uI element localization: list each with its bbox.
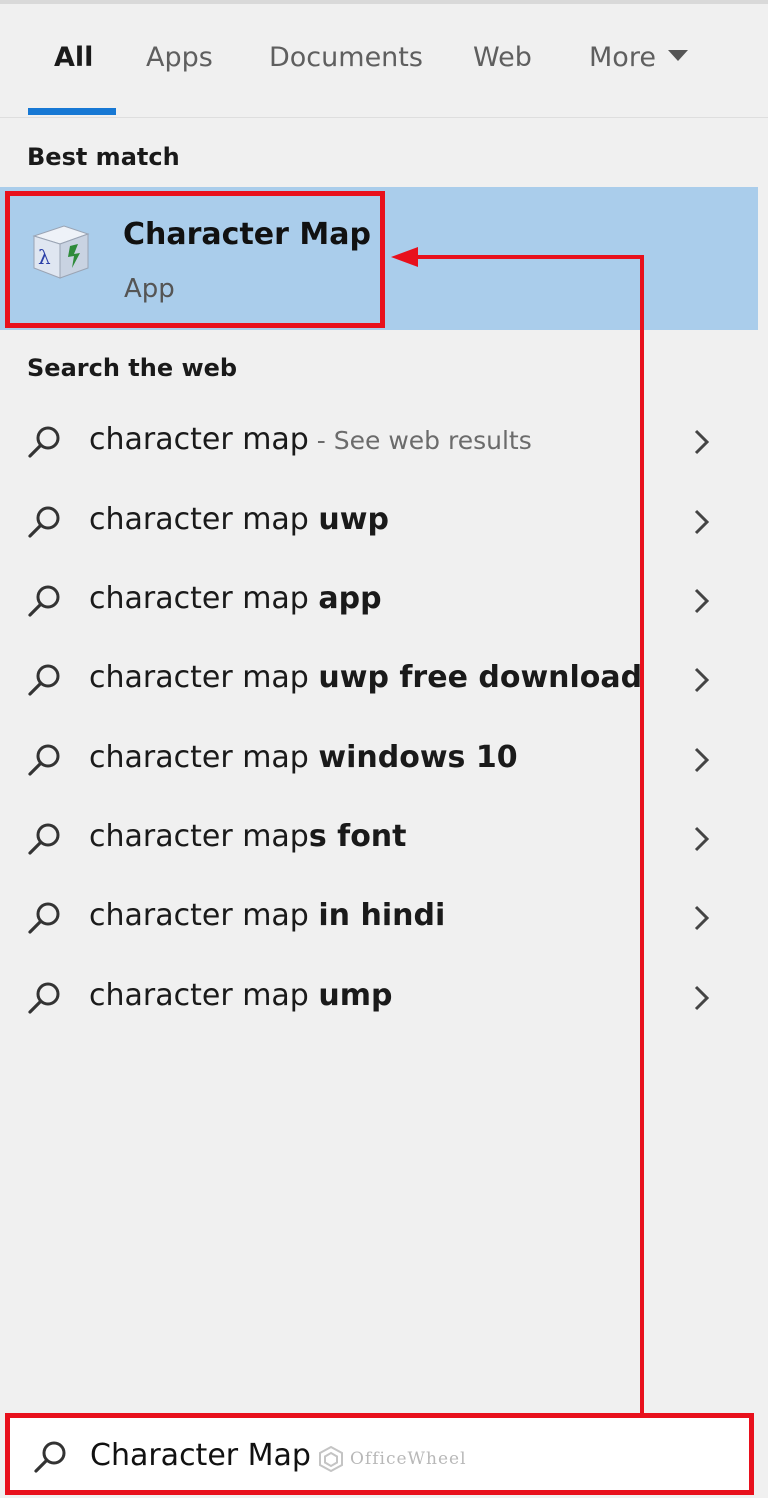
suggestion-query: character map [89, 422, 309, 457]
web-suggestion-row[interactable]: character map uwp free download [0, 644, 758, 714]
suggestion-completion: uwp free download [318, 660, 643, 695]
suggestion-text: character map - See web results [89, 420, 532, 461]
suggestion-text: character map ump [89, 976, 392, 1017]
search-icon [28, 585, 60, 617]
suggestion-completion: uwp [318, 502, 389, 537]
suggestion-text: character map in hindi [89, 896, 445, 937]
chevron-right-icon[interactable] [690, 664, 714, 696]
tab-more-label: More [589, 42, 656, 73]
suggestion-completion: ump [318, 978, 393, 1013]
search-icon [34, 1441, 66, 1473]
suggestion-text: character map app [89, 579, 382, 620]
suggestion-text: character map windows 10 [89, 738, 518, 779]
suggestion-text: character map uwp free download [89, 658, 642, 699]
web-suggestion-row[interactable]: character map - See web results [0, 406, 758, 476]
suggestion-query: character map [89, 581, 319, 616]
active-tab-indicator [28, 108, 116, 115]
tab-apps[interactable]: Apps [146, 40, 213, 76]
suggestion-query: character map [89, 898, 319, 933]
web-suggestion-row[interactable]: character map uwp [0, 486, 758, 556]
suggestion-text: character map uwp [89, 500, 389, 541]
chevron-right-icon[interactable] [690, 426, 714, 458]
web-suggestion-row[interactable]: character maps font [0, 803, 758, 873]
suggestion-query: character map [89, 740, 319, 775]
tab-more[interactable]: More [589, 40, 688, 76]
chevron-right-icon[interactable] [690, 506, 714, 538]
chevron-right-icon[interactable] [690, 585, 714, 617]
suggestion-query: character map [89, 819, 309, 854]
watermark: OfficeWheel [318, 1441, 467, 1477]
web-suggestion-row[interactable]: character map in hindi [0, 882, 758, 952]
web-suggestion-row[interactable]: character map app [0, 565, 758, 635]
search-icon [28, 744, 60, 776]
suggestion-text: character maps font [89, 817, 407, 858]
web-suggestion-row[interactable]: character map ump [0, 962, 758, 1032]
suggestion-hint: - See web results [308, 426, 532, 455]
watermark-logo-icon [319, 1446, 343, 1472]
suggestion-query: character map [89, 502, 319, 537]
search-icon [28, 982, 60, 1014]
chevron-right-icon[interactable] [690, 744, 714, 776]
search-icon [28, 902, 60, 934]
search-icon [28, 506, 60, 538]
app-type-label: App [124, 274, 175, 304]
suggestion-query: character map [89, 660, 319, 695]
tab-documents[interactable]: Documents [269, 40, 423, 76]
suggestion-completion: windows 10 [318, 740, 518, 775]
web-suggestion-row[interactable]: character map windows 10 [0, 724, 758, 794]
watermark-text: OfficeWheel [350, 1449, 467, 1469]
suggestion-query: character map [89, 978, 319, 1013]
search-web-heading: Search the web [27, 354, 238, 382]
svg-text:λ: λ [38, 245, 51, 269]
suggestion-completion: app [318, 581, 382, 616]
chevron-right-icon[interactable] [690, 823, 714, 855]
character-map-app-icon: λ [32, 225, 90, 279]
best-match-heading: Best match [27, 143, 180, 171]
chevron-right-icon[interactable] [690, 982, 714, 1014]
tab-web[interactable]: Web [473, 40, 532, 76]
search-tabs: All Apps Documents Web More [0, 0, 768, 118]
search-box[interactable]: OfficeWheel [5, 1413, 754, 1495]
chevron-right-icon[interactable] [690, 902, 714, 934]
tab-all[interactable]: All [54, 40, 93, 76]
search-icon [28, 664, 60, 696]
search-icon [28, 823, 60, 855]
app-name: Character Map [123, 217, 371, 252]
caret-down-icon [667, 50, 688, 61]
suggestion-completion: in hindi [318, 898, 446, 933]
search-icon [28, 426, 60, 458]
suggestion-completion: s font [308, 819, 407, 854]
